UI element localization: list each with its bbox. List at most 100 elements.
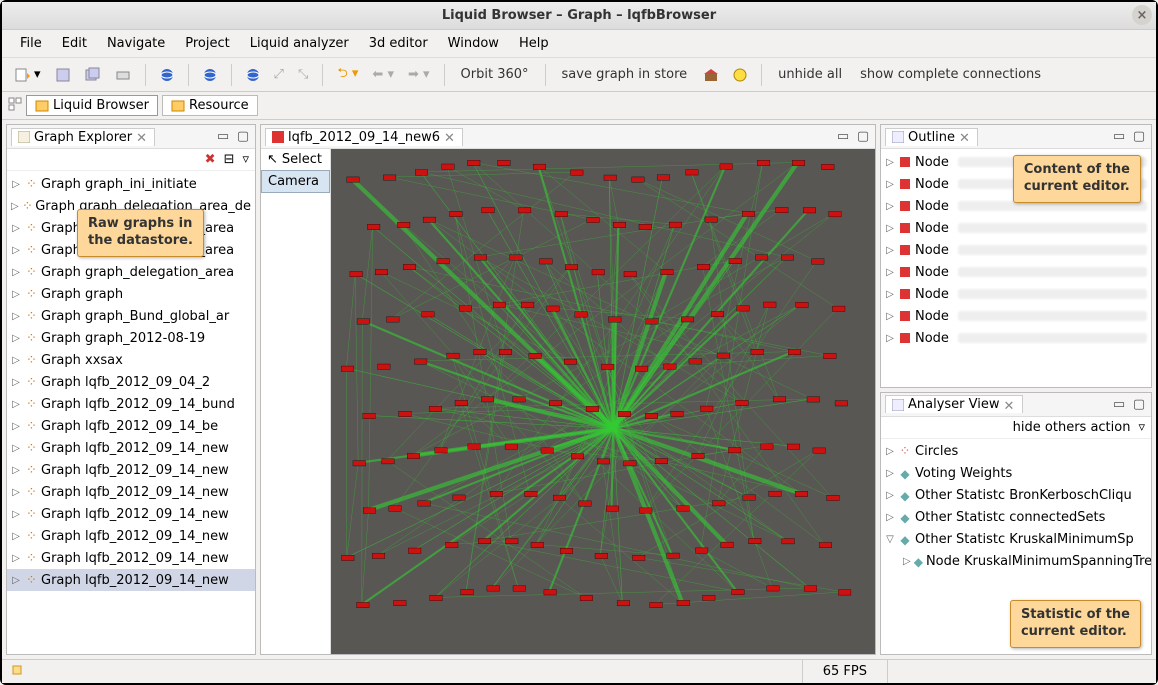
close-icon[interactable]: ✕ bbox=[136, 131, 148, 143]
outline-node[interactable]: ▷Node bbox=[881, 217, 1151, 239]
maximize-icon[interactable]: ▢ bbox=[1131, 396, 1147, 412]
graph-explorer-title: Graph Explorer bbox=[34, 130, 132, 145]
window-titlebar: Liquid Browser – Graph – lqfbBrowser × bbox=[2, 2, 1156, 30]
globe-icon-1[interactable] bbox=[156, 66, 178, 84]
graph-item[interactable]: ▷⁘Graph graph_2012-08-19 bbox=[7, 327, 255, 349]
outline-node[interactable]: ▷Node bbox=[881, 195, 1151, 217]
graph-item[interactable]: ▷⁘Graph graph_delegation_area_de bbox=[7, 195, 255, 217]
menu-3d-editor[interactable]: 3d editor bbox=[361, 33, 436, 54]
graph-item[interactable]: ▷⁘Graph lqfb_2012_09_14_bund bbox=[7, 393, 255, 415]
open-perspective-icon[interactable] bbox=[8, 97, 22, 115]
minimize-icon[interactable]: ▭ bbox=[1111, 129, 1127, 145]
analyser-item[interactable]: ▷◆Other Statistc connectedSets bbox=[881, 507, 1151, 529]
workarea: Graph Explorer ✕ ▭ ▢ ✖ ⊟ ▿ ▷⁘Graph graph… bbox=[2, 120, 1156, 659]
nav-back-dropdown[interactable]: ⮌ ▾ bbox=[333, 62, 362, 88]
analyser-title: Analyser View bbox=[908, 397, 1000, 412]
graph-explorer-tree[interactable]: ▷⁘Graph graph_ini_initiate▷⁘Graph graph_… bbox=[7, 171, 255, 654]
tool-select[interactable]: ↖Select bbox=[261, 149, 330, 170]
layers-icon[interactable] bbox=[729, 66, 751, 84]
save-icon[interactable] bbox=[51, 65, 75, 85]
menu-project[interactable]: Project bbox=[177, 33, 237, 54]
tree-collapse-icon[interactable]: ⊟ bbox=[224, 152, 235, 167]
close-icon[interactable]: ✕ bbox=[959, 131, 971, 143]
cursor-icon: ↖ bbox=[267, 152, 278, 167]
outline-node[interactable]: ▷Node bbox=[881, 305, 1151, 327]
new-dropdown-button[interactable]: ▾ bbox=[10, 65, 45, 85]
perspective-bar: Liquid BrowserResource bbox=[2, 92, 1156, 120]
window-title: Liquid Browser – Graph – lqfbBrowser bbox=[442, 8, 716, 23]
editor-tab-title: lqfb_2012_09_14_new6 bbox=[288, 130, 440, 145]
collapse-icon[interactable]: ⤡ bbox=[294, 65, 312, 84]
menu-file[interactable]: File bbox=[12, 33, 50, 54]
graph-item[interactable]: ▷⁘Graph lqfb_2012_09_14_new bbox=[7, 459, 255, 481]
graph-item[interactable]: ▷⁘Graph lqfb_2012_09_14_new bbox=[7, 547, 255, 569]
analyser-item[interactable]: ▷◆Voting Weights bbox=[881, 463, 1151, 485]
graph-item[interactable]: ▷⁘Graph lqfb_2012_09_04_2 bbox=[7, 371, 255, 393]
nav-fwd-icon[interactable]: ➡ ▾ bbox=[404, 65, 434, 84]
analyser-item[interactable]: ▷⁘Circles bbox=[881, 441, 1151, 463]
graph-item[interactable]: ▷⁘Graph lqfb_2012_09_14_new bbox=[7, 503, 255, 525]
view-menu-icon[interactable]: ▿ bbox=[242, 152, 249, 167]
minimize-icon[interactable]: ▭ bbox=[215, 129, 231, 145]
graph-item[interactable]: ▷⁘Graph graph_ini_initiate bbox=[7, 173, 255, 195]
close-icon[interactable]: × bbox=[1132, 5, 1152, 25]
graph-item[interactable]: ▷⁘Graph lqfb_2012_09_14_new bbox=[7, 569, 255, 591]
outline-node[interactable]: ▷Node bbox=[881, 261, 1151, 283]
analyser-tree[interactable]: ▷⁘Circles▷◆Voting Weights▷◆Other Statist… bbox=[881, 439, 1151, 655]
minimize-icon[interactable]: ▭ bbox=[1111, 396, 1127, 412]
graph-item[interactable]: ▷⁘Graph lqfb_2012_09_14_be bbox=[7, 415, 255, 437]
save-all-icon[interactable] bbox=[81, 65, 105, 85]
expand-icon[interactable]: ⤢ bbox=[270, 65, 288, 84]
nav-back-icon[interactable]: ⬅ ▾ bbox=[368, 65, 398, 84]
outline-node[interactable]: ▷Node bbox=[881, 239, 1151, 261]
menu-help[interactable]: Help bbox=[511, 33, 557, 54]
outline-icon bbox=[892, 131, 904, 143]
print-icon[interactable] bbox=[111, 65, 135, 85]
store-icon[interactable] bbox=[699, 66, 723, 84]
outline-node[interactable]: ▷Node bbox=[881, 327, 1151, 349]
maximize-icon[interactable]: ▢ bbox=[235, 129, 251, 145]
close-icon[interactable]: ✕ bbox=[1004, 399, 1016, 411]
maximize-icon[interactable]: ▢ bbox=[1131, 129, 1147, 145]
menu-edit[interactable]: Edit bbox=[54, 33, 95, 54]
graph-item[interactable]: ▷⁘Graph lqfb_2012_09_14_new bbox=[7, 437, 255, 459]
perspective-resource[interactable]: Resource bbox=[162, 95, 258, 116]
minimize-icon[interactable]: ▭ bbox=[835, 129, 851, 145]
graph-item[interactable]: ▷⁘Graph graph bbox=[7, 283, 255, 305]
graph-item[interactable]: ▷⁘Graph xxsax bbox=[7, 349, 255, 371]
graph-item[interactable]: ▷⁘Graph lqfb_2012_09_14_new bbox=[7, 525, 255, 547]
right-column: Outline ✕ ▭ ▢ ▷Node▷Node▷Node▷Node▷Node▷… bbox=[880, 124, 1152, 655]
graph-canvas[interactable] bbox=[331, 149, 875, 654]
outline-tree[interactable]: ▷Node▷Node▷Node▷Node▷Node▷Node▷Node▷Node… bbox=[881, 149, 1151, 387]
save-graph-button[interactable]: save graph in store bbox=[556, 65, 694, 84]
editor-palette: ↖Select Camera bbox=[261, 149, 331, 654]
main-toolbar: ▾ ⤢ ⤡ ⮌ ▾ ⬅ ▾ ➡ ▾ Orbit 360° save graph … bbox=[2, 58, 1156, 92]
outline-node[interactable]: ▷Node bbox=[881, 151, 1151, 173]
show-connections-button[interactable]: show complete connections bbox=[854, 65, 1047, 84]
hide-others-action[interactable]: hide others action bbox=[1013, 420, 1131, 435]
delete-icon[interactable]: ✖ bbox=[205, 152, 216, 167]
close-icon[interactable]: ✕ bbox=[444, 131, 456, 143]
maximize-icon[interactable]: ▢ bbox=[855, 129, 871, 145]
globe-icon-2[interactable] bbox=[199, 66, 221, 84]
tool-camera[interactable]: Camera bbox=[261, 170, 330, 193]
graph-item[interactable]: ▷⁘Graph lqfb_2012_09_14_new bbox=[7, 481, 255, 503]
outline-node[interactable]: ▷Node bbox=[881, 283, 1151, 305]
menu-navigate[interactable]: Navigate bbox=[99, 33, 173, 54]
orbit-button[interactable]: Orbit 360° bbox=[455, 65, 535, 84]
globe-icon-3[interactable] bbox=[242, 66, 264, 84]
analyser-item[interactable]: ▷◆Node KruskalMinimumSpanningTree bbox=[881, 551, 1151, 573]
perspective-liquid-browser[interactable]: Liquid Browser bbox=[26, 95, 158, 116]
graph-item[interactable]: ▷⁘Graph graph_delegation_area bbox=[7, 239, 255, 261]
unhide-all-button[interactable]: unhide all bbox=[772, 65, 848, 84]
analyser-item[interactable]: ▷◆Other Statistc BronKerboschCliqu bbox=[881, 485, 1151, 507]
graph-item[interactable]: ▷⁘Graph graph_delegation_area bbox=[7, 217, 255, 239]
menu-liquid-analyzer[interactable]: Liquid analyzer bbox=[242, 33, 357, 54]
graph-item[interactable]: ▷⁘Graph graph_Bund_global_ar bbox=[7, 305, 255, 327]
analyser-item[interactable]: ▽◆Other Statistc KruskalMinimumSp bbox=[881, 529, 1151, 551]
menu-window[interactable]: Window bbox=[440, 33, 507, 54]
graph-item[interactable]: ▷⁘Graph graph_delegation_area bbox=[7, 261, 255, 283]
graph-explorer-pane: Graph Explorer ✕ ▭ ▢ ✖ ⊟ ▿ ▷⁘Graph graph… bbox=[6, 124, 256, 655]
outline-node[interactable]: ▷Node bbox=[881, 173, 1151, 195]
view-menu-icon[interactable]: ▿ bbox=[1138, 420, 1145, 435]
